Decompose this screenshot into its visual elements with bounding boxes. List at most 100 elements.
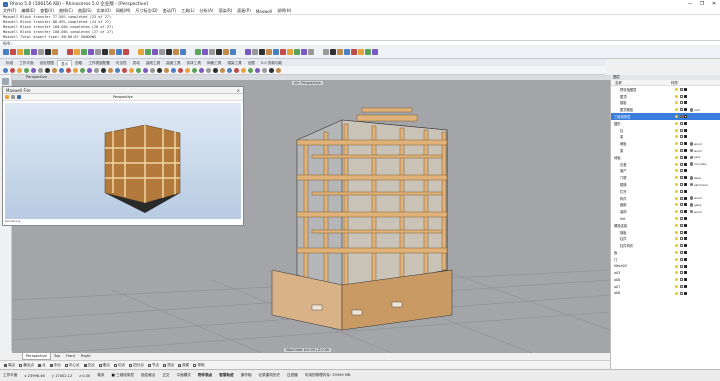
tool-icon[interactable] [230,48,236,55]
tool-icon[interactable] [351,48,357,55]
menu-item[interactable]: 分析(A) [200,8,214,14]
status-snap[interactable]: 锁定格点 [141,373,155,378]
layer-lock-icon[interactable] [679,217,683,221]
layer-lock-icon[interactable] [679,271,683,275]
display-tool-icon[interactable] [164,67,169,73]
layer-lock-icon[interactable] [679,169,683,173]
layer-color-swatch[interactable] [684,135,687,139]
tool-icon[interactable] [337,48,343,55]
layer-color-swatch[interactable] [684,183,687,187]
tool-icon[interactable] [123,48,129,55]
status-gumball[interactable]: 操作轴 [241,373,252,378]
maximize-button[interactable]: ❐ [696,0,708,8]
menu-item[interactable]: 编辑(E) [21,8,35,14]
layer-row[interactable]: 圆形 [611,120,720,127]
layer-row[interactable]: 构件 wood [611,195,720,202]
menu-item[interactable]: 文件(F) [3,8,16,14]
layer-row[interactable]: 三维线条层 [611,113,720,120]
layer-lock-icon[interactable] [679,121,683,125]
material-swatch[interactable] [689,182,693,187]
layer-visible-icon[interactable] [675,183,678,187]
layer-row[interactable]: 屋顶楼板 roof [611,106,720,113]
display-tool-icon[interactable] [220,67,225,73]
layer-lock-icon[interactable] [679,285,683,288]
settings-icon[interactable] [17,95,21,99]
view-tab[interactable]: Perspective [22,353,51,360]
layer-lock-icon[interactable] [679,257,683,261]
display-tool-icon[interactable] [136,67,141,73]
tool-icon[interactable] [216,48,222,55]
tool-icon[interactable] [180,48,186,55]
layer-row[interactable]: 门框 steel [611,174,720,181]
layer-color-swatch[interactable] [684,230,687,234]
display-tool-icon[interactable] [150,67,155,73]
status-filter[interactable]: 过滤器 [287,373,298,378]
display-tool-icon[interactable] [59,67,64,73]
display-tool-icon[interactable] [122,67,127,73]
building-model[interactable] [271,107,453,331]
layer-visible-icon[interactable] [675,128,678,132]
osnap-checkbox[interactable]: 切点 [113,363,125,368]
layer-row[interactable]: 装饰 wood [611,208,720,215]
layer-visible-icon[interactable] [675,94,678,98]
layer-visible-icon[interactable] [675,291,678,295]
layer-lock-icon[interactable] [679,155,683,159]
layer-lock-icon[interactable] [679,291,683,295]
layer-visible-icon[interactable] [675,257,678,261]
layer-visible-icon[interactable] [675,217,678,221]
display-tool-icon[interactable] [276,67,281,73]
menu-item[interactable]: 变动(T) [163,8,177,14]
layer-lock-icon[interactable] [679,135,683,139]
tool-icon[interactable] [67,48,73,55]
layer-color-swatch[interactable] [684,210,687,214]
layer-visible-icon[interactable] [675,169,678,173]
tool-icon[interactable] [159,48,165,55]
layer-color-swatch[interactable] [684,237,687,241]
display-tool-icon[interactable] [17,67,22,73]
layer-visible-icon[interactable] [675,244,678,248]
display-tool-icon[interactable] [185,67,190,73]
menu-item[interactable]: 实体(O) [97,8,111,14]
layer-color-swatch[interactable] [684,108,687,112]
menu-item[interactable]: 曲线(C) [59,8,73,14]
layer-color-swatch[interactable] [684,257,687,261]
tool-icon[interactable] [81,48,87,55]
layer-color-swatch[interactable] [684,94,687,98]
layer-row[interactable]: 板 [611,249,720,256]
layer-row[interactable]: 门 [611,256,720,263]
layer-visible-icon[interactable] [675,203,678,207]
menu-item[interactable]: 渲染(R) [218,8,232,14]
layer-color-swatch[interactable] [684,285,687,288]
layer-lock-icon[interactable] [679,189,683,193]
tool-icon[interactable] [301,48,307,55]
menu-item[interactable]: 曲面(S) [78,8,92,14]
osnap-checkbox[interactable]: 端点 [4,363,15,368]
layer-row[interactable]: 窗户 [611,168,720,175]
layer-row[interactable]: 栏杆 [611,188,720,195]
tool-icon[interactable] [152,48,158,55]
layer-color-swatch[interactable] [684,169,687,173]
menu-item[interactable]: 尺寸标注(D) [135,8,157,14]
layer-row[interactable]: 楼梯 aluminum [611,181,720,188]
layer-color-swatch[interactable] [684,264,687,268]
display-tool-icon[interactable] [52,67,57,73]
display-tool-icon[interactable] [227,67,232,73]
status-ortho[interactable]: 正交 [162,373,169,378]
osnap-checkbox[interactable]: 中点 [49,363,61,368]
layer-lock-icon[interactable] [679,108,683,112]
tool-icon[interactable] [3,48,9,55]
tool-icon[interactable] [145,48,151,55]
material-swatch[interactable] [689,176,693,180]
tool-icon[interactable] [252,48,258,55]
layer-row[interactable]: 梁 [611,134,720,141]
display-tool-icon[interactable] [24,67,29,73]
layer-lock-icon[interactable] [679,237,683,241]
osnap-checkbox[interactable]: 停用 [193,363,205,368]
display-tool-icon[interactable] [115,67,120,73]
layer-visible-icon[interactable] [675,237,678,241]
layer-color-swatch[interactable] [684,128,687,132]
layer-lock-icon[interactable] [679,251,683,255]
layer-row[interactable]: a03 [611,270,720,277]
layer-visible-icon[interactable] [675,149,678,153]
tool-icon[interactable] [24,48,30,55]
